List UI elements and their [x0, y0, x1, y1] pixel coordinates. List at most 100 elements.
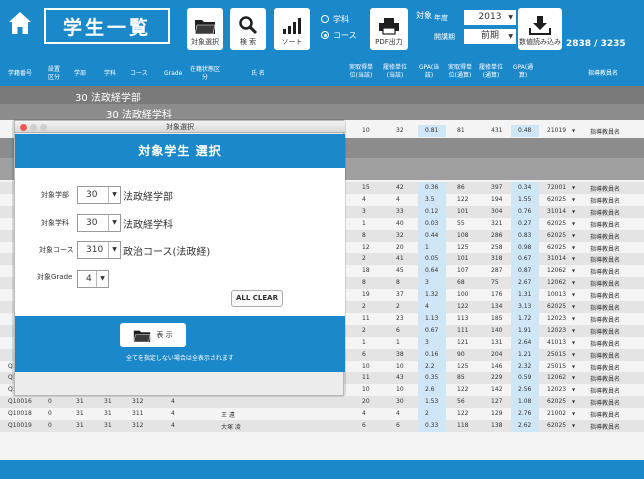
cell-c: 31	[104, 422, 112, 429]
col-earned-term[interactable]: 実取得単位(当該)	[347, 64, 375, 80]
cell-gt: 2.2	[425, 362, 435, 370]
cell-ta: 140	[491, 326, 503, 334]
cell-ta: 131	[491, 338, 503, 346]
col-grade[interactable]: Grade	[164, 70, 182, 78]
col-setup[interactable]: 設置区分	[47, 66, 61, 82]
col-status[interactable]: 在籍状態区分	[190, 66, 220, 82]
col-gpa-total[interactable]: GPA(通算)	[512, 64, 534, 80]
faculty-select[interactable]: 30 ▼	[77, 186, 121, 204]
dept-name: 法政経学科	[123, 220, 173, 231]
dialog-heading: 対象学生 選択	[15, 134, 345, 168]
table-row[interactable]: Q10016 0 31 31 312 4 20 30 1.53 56 127 1.08 62025 指導教…	[0, 396, 644, 409]
cell-et: 11	[362, 374, 370, 382]
chevron-down-icon[interactable]: ▼	[572, 221, 575, 226]
chevron-down-icon[interactable]: ▼	[572, 340, 575, 345]
home-icon	[9, 12, 31, 34]
chevron-down-icon[interactable]: ▼	[572, 292, 575, 297]
minimize-icon[interactable]	[30, 124, 37, 131]
chevron-down-icon[interactable]: ▼	[572, 197, 575, 202]
radio-dept[interactable]: 学科	[321, 11, 371, 27]
show-button[interactable]: 表 示	[120, 323, 186, 347]
col-student-no[interactable]: 学籍番号	[8, 70, 32, 78]
cell-ga: 0.67	[518, 255, 532, 263]
col-gpa-term[interactable]: GPA(当該)	[418, 64, 440, 80]
chevron-down-icon[interactable]: ▼	[572, 280, 575, 285]
chevron-down-icon[interactable]: ▼	[572, 399, 575, 404]
all-clear-button[interactable]: ALL CLEAR	[231, 290, 283, 307]
col-earned-total[interactable]: 実取得単位(通算)	[446, 64, 474, 80]
cell-ta: 431	[491, 127, 503, 134]
chevron-down-icon[interactable]: ▼	[572, 185, 575, 190]
cell-tn: 31014	[547, 255, 567, 263]
chevron-down-icon: ▼	[96, 271, 108, 287]
course-select[interactable]: 310 ▼	[77, 241, 121, 259]
col-taken-total[interactable]: 履修単位(通算)	[477, 64, 505, 80]
year-select[interactable]: 2013 ▼	[464, 10, 516, 25]
chevron-down-icon[interactable]: ▼	[572, 256, 575, 261]
record-count: 2838 / 3235	[566, 39, 626, 49]
year-label: 年度	[434, 14, 448, 22]
pdf-export-button[interactable]: PDF出力	[370, 8, 408, 50]
col-teacher[interactable]: 指導教員名	[588, 70, 618, 78]
chevron-down-icon[interactable]: ▼	[572, 423, 575, 428]
chevron-down-icon[interactable]: ▼	[572, 128, 575, 133]
import-values-button[interactable]: 数値読み込み	[518, 8, 562, 50]
sort-label: ソート	[281, 38, 303, 46]
cell-et: 18	[362, 267, 370, 275]
col-name[interactable]: 氏 名	[251, 70, 265, 78]
radio-course[interactable]: コース	[321, 27, 371, 43]
cell-tn: 12023	[547, 314, 567, 322]
zoom-icon[interactable]	[40, 124, 47, 131]
target-select-button[interactable]: 対象選択	[187, 8, 223, 50]
col-course[interactable]: コース	[130, 70, 148, 78]
chevron-down-icon[interactable]: ▼	[572, 316, 575, 321]
col-dept[interactable]: 学科	[104, 70, 116, 78]
cell-tt: 32	[396, 231, 404, 239]
chevron-down-icon[interactable]: ▼	[572, 304, 575, 309]
cell-ea: 125	[457, 362, 469, 370]
cell-et: 2	[362, 326, 366, 334]
radio-course-dot	[321, 31, 329, 39]
home-button[interactable]	[6, 9, 34, 37]
grade-select[interactable]: 4 ▼	[77, 270, 109, 288]
table-row[interactable]: Q10019 0 31 31 312 4 大塚 凌 6 6 0.33 118 138 2.62 62025…	[0, 420, 644, 432]
chevron-down-icon[interactable]: ▼	[572, 411, 575, 416]
cell-tt: 43	[396, 374, 404, 382]
chevron-down-icon[interactable]: ▼	[572, 387, 575, 392]
cell-ga: 0.48	[518, 127, 532, 134]
chevron-down-icon[interactable]: ▼	[572, 352, 575, 357]
cell-a: 0	[48, 410, 52, 418]
cell-tn: 62025	[547, 231, 567, 239]
col-taken-term[interactable]: 履修単位(当該)	[381, 64, 409, 80]
cell-tt: 45	[396, 267, 404, 275]
chevron-down-icon[interactable]: ▼	[572, 268, 575, 273]
dept-select[interactable]: 30 ▼	[77, 214, 121, 232]
cell-tname: 指導教員名	[590, 209, 621, 217]
table-row[interactable]: Q10018 0 31 31 311 4 王 遠 4 4 2 122 129 2.76 21002 指導教員…	[0, 408, 644, 421]
cell-tt: 1	[396, 338, 400, 346]
cell-tt: 2	[396, 303, 400, 310]
cell-ta: 286	[491, 231, 503, 239]
chevron-down-icon[interactable]: ▼	[572, 209, 575, 214]
cell-ga: 3.13	[518, 303, 532, 310]
cell-tname: 指導教員名	[590, 257, 621, 265]
cell-gt: 3.5	[425, 195, 435, 203]
cell-tname: 指導教員名	[590, 233, 621, 241]
cell-et: 3	[362, 207, 366, 215]
term-select[interactable]: 前期 ▼	[464, 29, 516, 44]
chevron-down-icon[interactable]: ▼	[572, 375, 575, 380]
target-select-label: 対象選択	[191, 38, 219, 46]
term-label: 開講期	[434, 33, 455, 41]
chevron-down-icon[interactable]: ▼	[572, 364, 575, 369]
cell-tn: 62025	[547, 219, 567, 227]
chevron-down-icon[interactable]: ▼	[572, 328, 575, 333]
chevron-down-icon[interactable]: ▼	[572, 233, 575, 238]
sort-button[interactable]: ソート	[274, 8, 310, 50]
search-button[interactable]: 検 索	[230, 8, 266, 50]
cell-tt: 38	[396, 350, 404, 358]
cell-ea: 85	[457, 374, 465, 382]
cell-et: 10	[362, 127, 370, 134]
col-faculty[interactable]: 学部	[74, 70, 86, 78]
chevron-down-icon[interactable]: ▼	[572, 245, 575, 250]
close-icon[interactable]	[20, 124, 27, 131]
